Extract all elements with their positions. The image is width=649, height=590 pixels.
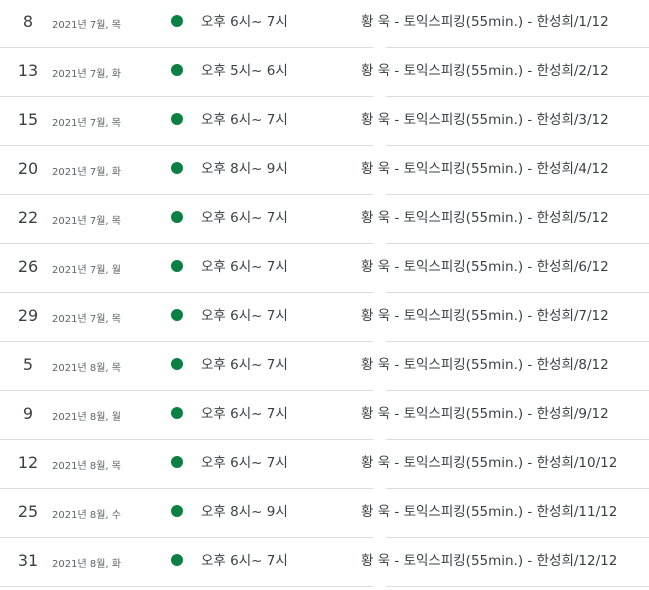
event-color-dot-icon	[171, 505, 183, 517]
agenda-event-row[interactable]: 9 2021년 8월, 월 오후 6시~ 7시 황 욱 - 토익스피킹(55min.)…	[0, 391, 649, 440]
event-title[interactable]: 황 욱 - 토익스피킹(55min.) - 한성희/10/12	[361, 454, 617, 472]
event-time: 오후 6시~ 7시	[201, 357, 288, 373]
event-month-weekday: 2021년 7월, 월	[52, 265, 121, 276]
event-title[interactable]: 황 욱 - 토익스피킹(55min.) - 한성희/5/12	[361, 209, 609, 227]
event-color-dot-icon	[171, 211, 183, 223]
agenda-event-row[interactable]: 22 2021년 7월, 목 오후 6시~ 7시 황 욱 - 토익스피킹(55min.…	[0, 195, 649, 244]
event-color-dot-icon	[171, 15, 183, 27]
event-title[interactable]: 황 욱 - 토익스피킹(55min.) - 한성희/9/12	[361, 405, 609, 423]
event-time: 오후 6시~ 7시	[201, 259, 288, 275]
event-color-dot-icon	[171, 309, 183, 321]
event-time: 오후 6시~ 7시	[201, 455, 288, 471]
event-time: 오후 5시~ 6시	[201, 63, 288, 79]
agenda-event-row[interactable]: 8 2021년 7월, 목 오후 6시~ 7시 황 욱 - 토익스피킹(55min.)…	[0, 0, 649, 48]
event-color-dot-icon	[171, 64, 183, 76]
event-color-dot-icon	[171, 407, 183, 419]
agenda-list: 8 2021년 7월, 목 오후 6시~ 7시 황 욱 - 토익스피킹(55min.)…	[0, 0, 649, 590]
event-title[interactable]: 황 욱 - 토익스피킹(55min.) - 한성희/6/12	[361, 258, 609, 276]
event-title[interactable]: 황 욱 - 토익스피킹(55min.) - 한성희/12/12	[361, 552, 617, 570]
event-month-weekday: 2021년 8월, 목	[52, 363, 121, 374]
event-title[interactable]: 황 욱 - 토익스피킹(55min.) - 한성희/8/12	[361, 356, 609, 374]
event-day-number[interactable]: 31	[0, 550, 56, 572]
event-month-weekday: 2021년 7월, 목	[52, 314, 121, 325]
row-divider	[386, 586, 649, 587]
event-title[interactable]: 황 욱 - 토익스피킹(55min.) - 한성희/4/12	[361, 160, 609, 178]
event-time: 오후 8시~ 9시	[201, 161, 288, 177]
event-month-weekday: 2021년 7월, 화	[52, 167, 121, 178]
event-day-number[interactable]: 20	[0, 158, 56, 180]
event-time: 오후 6시~ 7시	[201, 308, 288, 324]
agenda-event-row[interactable]: 13 2021년 7월, 화 오후 5시~ 6시 황 욱 - 토익스피킹(55min.…	[0, 48, 649, 97]
event-day-number[interactable]: 5	[0, 354, 56, 376]
event-title[interactable]: 황 욱 - 토익스피킹(55min.) - 한성희/11/12	[361, 503, 617, 521]
row-divider	[0, 586, 373, 587]
agenda-event-row[interactable]: 15 2021년 7월, 목 오후 6시~ 7시 황 욱 - 토익스피킹(55min.…	[0, 97, 649, 146]
event-title[interactable]: 황 욱 - 토익스피킹(55min.) - 한성희/1/12	[361, 13, 609, 31]
event-month-weekday: 2021년 8월, 목	[52, 461, 121, 472]
agenda-event-row[interactable]: 31 2021년 8월, 화 오후 6시~ 7시 황 욱 - 토익스피킹(55min.…	[0, 538, 649, 587]
event-time: 오후 6시~ 7시	[201, 210, 288, 226]
event-day-number[interactable]: 26	[0, 256, 56, 278]
agenda-event-row[interactable]: 26 2021년 7월, 월 오후 6시~ 7시 황 욱 - 토익스피킹(55min.…	[0, 244, 649, 293]
event-month-weekday: 2021년 7월, 화	[52, 69, 121, 80]
agenda-event-row[interactable]: 12 2021년 8월, 목 오후 6시~ 7시 황 욱 - 토익스피킹(55min.…	[0, 440, 649, 489]
event-month-weekday: 2021년 8월, 화	[52, 559, 121, 570]
event-title[interactable]: 황 욱 - 토익스피킹(55min.) - 한성희/3/12	[361, 111, 609, 129]
event-day-number[interactable]: 12	[0, 452, 56, 474]
event-time: 오후 6시~ 7시	[201, 406, 288, 422]
event-day-number[interactable]: 8	[0, 11, 56, 33]
event-month-weekday: 2021년 8월, 월	[52, 412, 121, 423]
event-day-number[interactable]: 15	[0, 109, 56, 131]
event-time: 오후 6시~ 7시	[201, 112, 288, 128]
event-time: 오후 8시~ 9시	[201, 504, 288, 520]
event-month-weekday: 2021년 8월, 수	[52, 510, 121, 521]
agenda-event-row[interactable]: 25 2021년 8월, 수 오후 8시~ 9시 황 욱 - 토익스피킹(55min.…	[0, 489, 649, 538]
event-time: 오후 6시~ 7시	[201, 14, 288, 30]
event-day-number[interactable]: 9	[0, 403, 56, 425]
event-color-dot-icon	[171, 162, 183, 174]
event-day-number[interactable]: 25	[0, 501, 56, 523]
event-month-weekday: 2021년 7월, 목	[52, 118, 121, 129]
agenda-event-row[interactable]: 5 2021년 8월, 목 오후 6시~ 7시 황 욱 - 토익스피킹(55min.)…	[0, 342, 649, 391]
event-day-number[interactable]: 29	[0, 305, 56, 327]
event-month-weekday: 2021년 7월, 목	[52, 216, 121, 227]
event-title[interactable]: 황 욱 - 토익스피킹(55min.) - 한성희/2/12	[361, 62, 609, 80]
event-day-number[interactable]: 22	[0, 207, 56, 229]
event-day-number[interactable]: 13	[0, 60, 56, 82]
event-color-dot-icon	[171, 113, 183, 125]
event-color-dot-icon	[171, 456, 183, 468]
agenda-event-row[interactable]: 20 2021년 7월, 화 오후 8시~ 9시 황 욱 - 토익스피킹(55min.…	[0, 146, 649, 195]
event-title[interactable]: 황 욱 - 토익스피킹(55min.) - 한성희/7/12	[361, 307, 609, 325]
event-time: 오후 6시~ 7시	[201, 553, 288, 569]
event-month-weekday: 2021년 7월, 목	[52, 20, 121, 31]
event-color-dot-icon	[171, 554, 183, 566]
event-color-dot-icon	[171, 358, 183, 370]
event-color-dot-icon	[171, 260, 183, 272]
agenda-event-row[interactable]: 29 2021년 7월, 목 오후 6시~ 7시 황 욱 - 토익스피킹(55min.…	[0, 293, 649, 342]
